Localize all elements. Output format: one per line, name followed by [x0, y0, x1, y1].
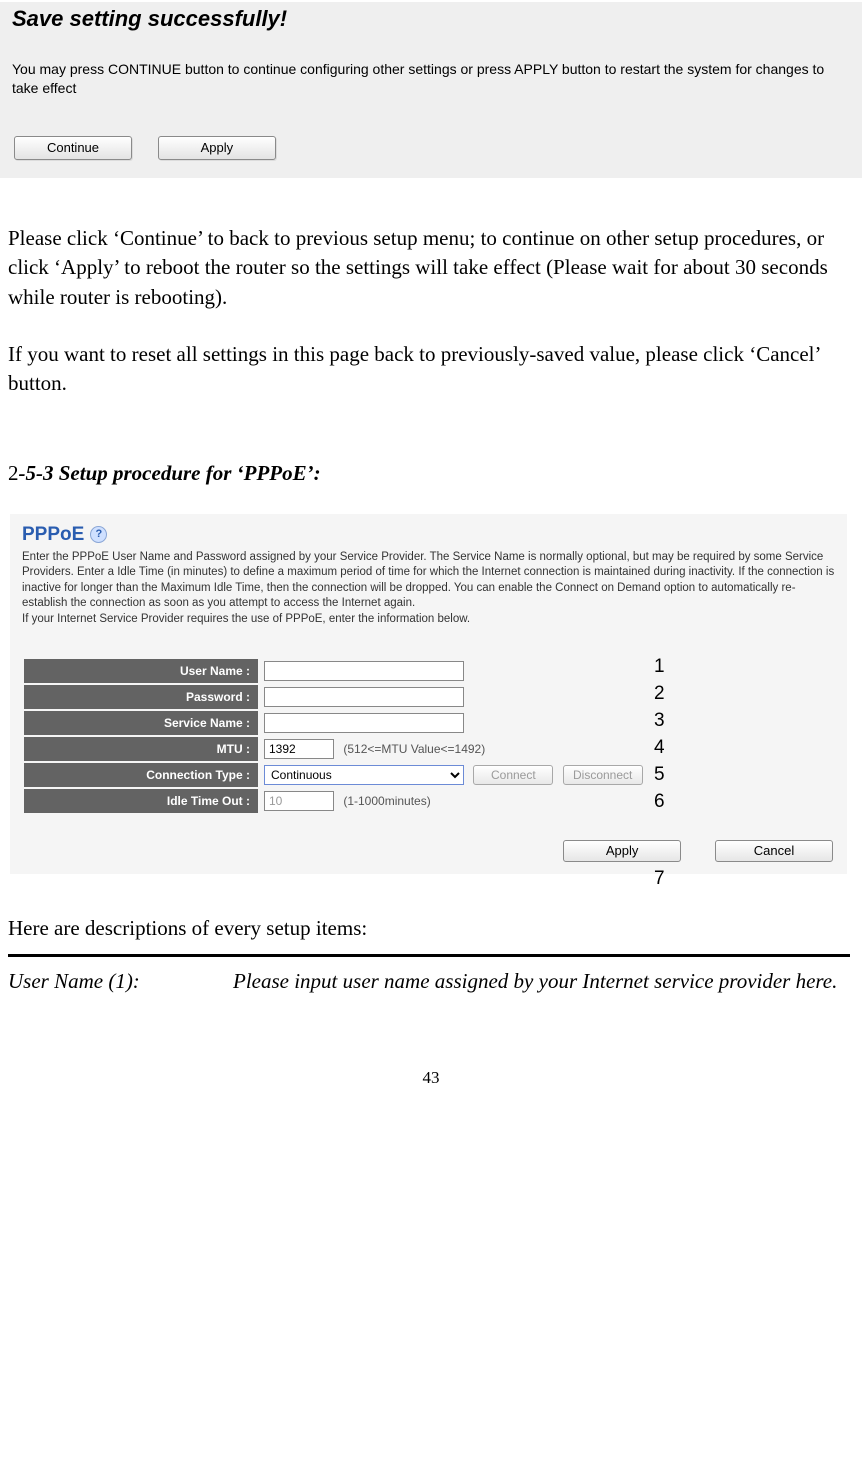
descriptions-intro: Here are descriptions of every setup ite… [8, 914, 852, 943]
callout-5: 5 [654, 761, 665, 788]
instruction-paragraph-1: Please click ‘Continue’ to back to previ… [8, 224, 842, 312]
callout-2: 2 [654, 680, 665, 707]
callout-6: 6 [654, 788, 665, 815]
mtu-label: MTU : [23, 736, 259, 762]
mtu-hint: (512<=MTU Value<=1492) [343, 742, 485, 756]
section-heading-text: -5-3 Setup procedure for ‘PPPoE’: [19, 461, 321, 485]
service-name-input[interactable] [264, 713, 464, 733]
user-name-label: User Name : [23, 658, 259, 684]
section-heading: 2-5-3 Setup procedure for ‘PPPoE’: [8, 461, 862, 486]
service-name-label: Service Name : [23, 710, 259, 736]
save-button-group: Continue Apply [14, 134, 850, 160]
idle-time-out-label: Idle Time Out : [23, 788, 259, 814]
continue-button[interactable]: Continue [14, 136, 132, 160]
description-1-label: User Name (1): [8, 967, 233, 996]
connect-button[interactable]: Connect [473, 765, 553, 785]
idle-time-out-hint: (1-1000minutes) [343, 794, 430, 808]
callout-7: 7 [654, 868, 665, 890]
bottom-button-row: Apply Cancel [22, 837, 835, 862]
page-number: 43 [0, 1068, 862, 1088]
pppoe-panel: PPPoE ? Enter the PPPoE User Name and Pa… [10, 514, 847, 875]
pppoe-title: PPPoE [22, 524, 84, 546]
pppoe-form: User Name : Password : Service Name : MT… [22, 657, 835, 862]
mtu-input[interactable] [264, 739, 334, 759]
idle-time-out-input[interactable] [264, 791, 334, 811]
instruction-paragraph-2: If you want to reset all settings in thi… [8, 340, 842, 399]
save-body-text: You may press CONTINUE button to continu… [12, 60, 850, 98]
pppoe-description: Enter the PPPoE User Name and Password a… [22, 550, 835, 628]
disconnect-button[interactable]: Disconnect [563, 765, 643, 785]
apply-button-bottom[interactable]: Apply [563, 840, 681, 862]
apply-button-top[interactable]: Apply [158, 136, 276, 160]
connection-type-label: Connection Type : [23, 762, 259, 788]
save-title: Save setting successfully! [12, 6, 850, 32]
description-row-1: User Name (1): Please input user name as… [8, 967, 842, 996]
callout-1: 1 [654, 653, 665, 680]
password-input[interactable] [264, 687, 464, 707]
pppoe-title-row: PPPoE ? [22, 524, 835, 546]
user-name-input[interactable] [264, 661, 464, 681]
password-label: Password : [23, 684, 259, 710]
cancel-button[interactable]: Cancel [715, 840, 833, 862]
descriptions-separator [8, 954, 850, 957]
pppoe-form-table: User Name : Password : Service Name : MT… [22, 657, 662, 815]
callout-4: 4 [654, 734, 665, 761]
section-heading-number: 2 [8, 461, 19, 485]
callout-column: 1 2 3 4 5 6 [654, 653, 665, 815]
help-icon[interactable]: ? [90, 526, 107, 543]
callout-3: 3 [654, 707, 665, 734]
description-1-text: Please input user name assigned by your … [233, 967, 842, 996]
connection-type-select[interactable]: Continuous [264, 765, 464, 785]
save-setting-panel: Save setting successfully! You may press… [0, 0, 862, 178]
